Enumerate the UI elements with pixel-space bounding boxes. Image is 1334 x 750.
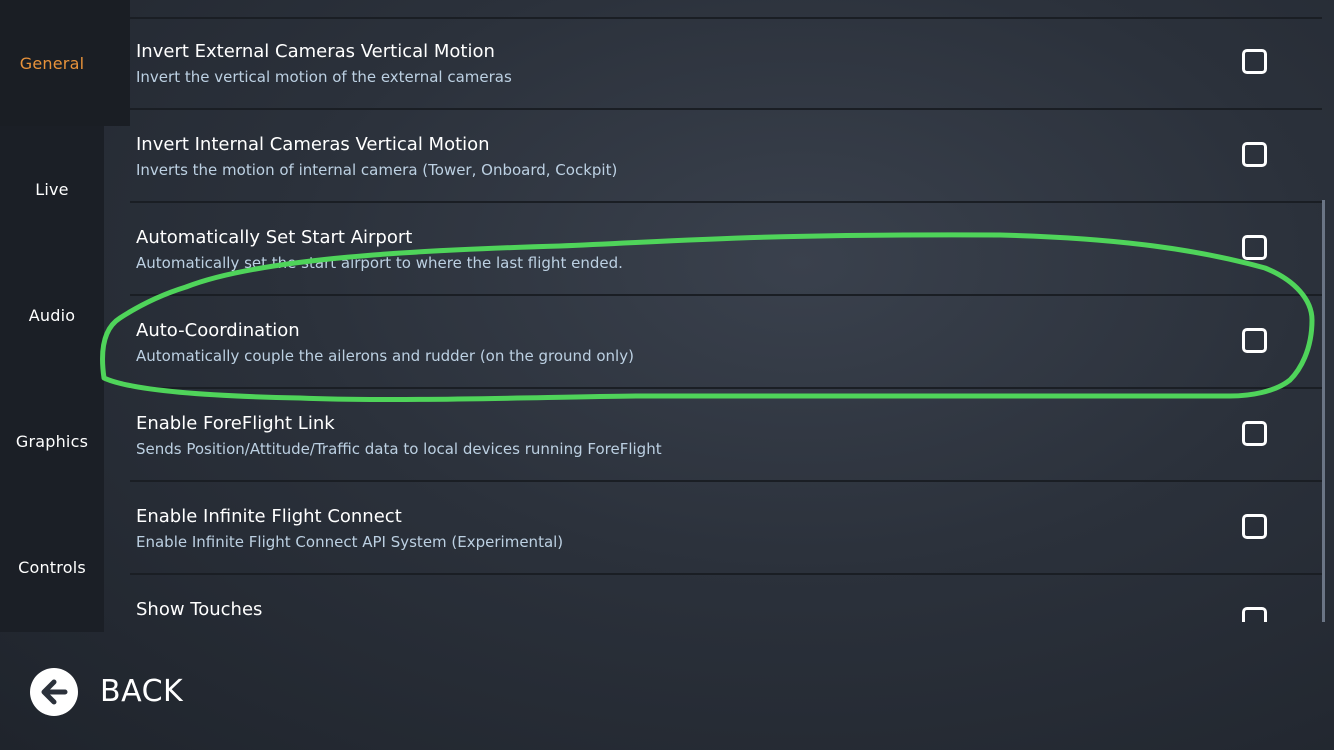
setting-row-invert-external[interactable]: Invert External Cameras Vertical Motion … xyxy=(130,19,1322,110)
divider xyxy=(130,201,1322,203)
back-button[interactable]: BACK xyxy=(100,674,183,709)
setting-title: Auto-Coordination xyxy=(136,320,300,341)
tab-graphics[interactable]: Graphics xyxy=(0,432,104,451)
setting-description: Invert the vertical motion of the extern… xyxy=(136,68,512,86)
arrow-left-circle-icon[interactable] xyxy=(30,668,78,716)
setting-description: Inverts the motion of internal camera (T… xyxy=(136,161,618,179)
invert-internal-cameras-checkbox[interactable] xyxy=(1242,142,1267,167)
divider xyxy=(130,387,1322,389)
tab-general[interactable]: General xyxy=(0,54,104,73)
start-airport-checkbox[interactable] xyxy=(1242,235,1267,260)
setting-title: Show Touches xyxy=(136,599,263,620)
divider xyxy=(130,108,1322,110)
setting-row-invert-internal[interactable]: Invert Internal Cameras Vertical Motion … xyxy=(130,112,1322,203)
setting-row-start-airport[interactable]: Automatically Set Start Airport Automati… xyxy=(130,205,1322,296)
setting-title: Enable Infinite Flight Connect xyxy=(136,506,402,527)
setting-row-infinite-flight-connect[interactable]: Enable Infinite Flight Connect Enable In… xyxy=(130,484,1322,575)
setting-description: Enable Infinite Flight Connect API Syste… xyxy=(136,533,564,551)
settings-list[interactable]: Invert External Cameras Vertical Motion … xyxy=(130,0,1322,622)
foreflight-link-checkbox[interactable] xyxy=(1242,421,1267,446)
tab-controls[interactable]: Controls xyxy=(0,558,104,577)
setting-row-foreflight[interactable]: Enable ForeFlight Link Sends Position/At… xyxy=(130,391,1322,482)
setting-title: Enable ForeFlight Link xyxy=(136,413,335,434)
divider xyxy=(130,294,1322,296)
setting-description: Automatically set the start airport to w… xyxy=(136,254,623,272)
tab-audio[interactable]: Audio xyxy=(0,306,104,325)
divider xyxy=(130,480,1322,482)
sidebar-bg xyxy=(0,126,104,632)
invert-external-cameras-checkbox[interactable] xyxy=(1242,49,1267,74)
setting-title: Invert Internal Cameras Vertical Motion xyxy=(136,134,490,155)
setting-title: Invert External Cameras Vertical Motion xyxy=(136,41,495,62)
setting-title: Automatically Set Start Airport xyxy=(136,227,413,248)
setting-row-auto-coordination[interactable]: Auto-Coordination Automatically couple t… xyxy=(130,298,1322,389)
footer-bar: BACK xyxy=(0,634,1334,750)
setting-row-show-touches[interactable]: Show Touches xyxy=(130,577,1322,622)
auto-coordination-checkbox[interactable] xyxy=(1242,328,1267,353)
settings-sidebar: General Live Audio Graphics Controls xyxy=(0,0,130,632)
infinite-flight-connect-checkbox[interactable] xyxy=(1242,514,1267,539)
show-touches-checkbox[interactable] xyxy=(1242,607,1267,622)
scrollbar[interactable] xyxy=(1322,200,1325,622)
divider xyxy=(130,573,1322,575)
setting-description: Sends Position/Attitude/Traffic data to … xyxy=(136,440,662,458)
tab-live[interactable]: Live xyxy=(0,180,104,199)
setting-description: Automatically couple the ailerons and ru… xyxy=(136,347,634,365)
